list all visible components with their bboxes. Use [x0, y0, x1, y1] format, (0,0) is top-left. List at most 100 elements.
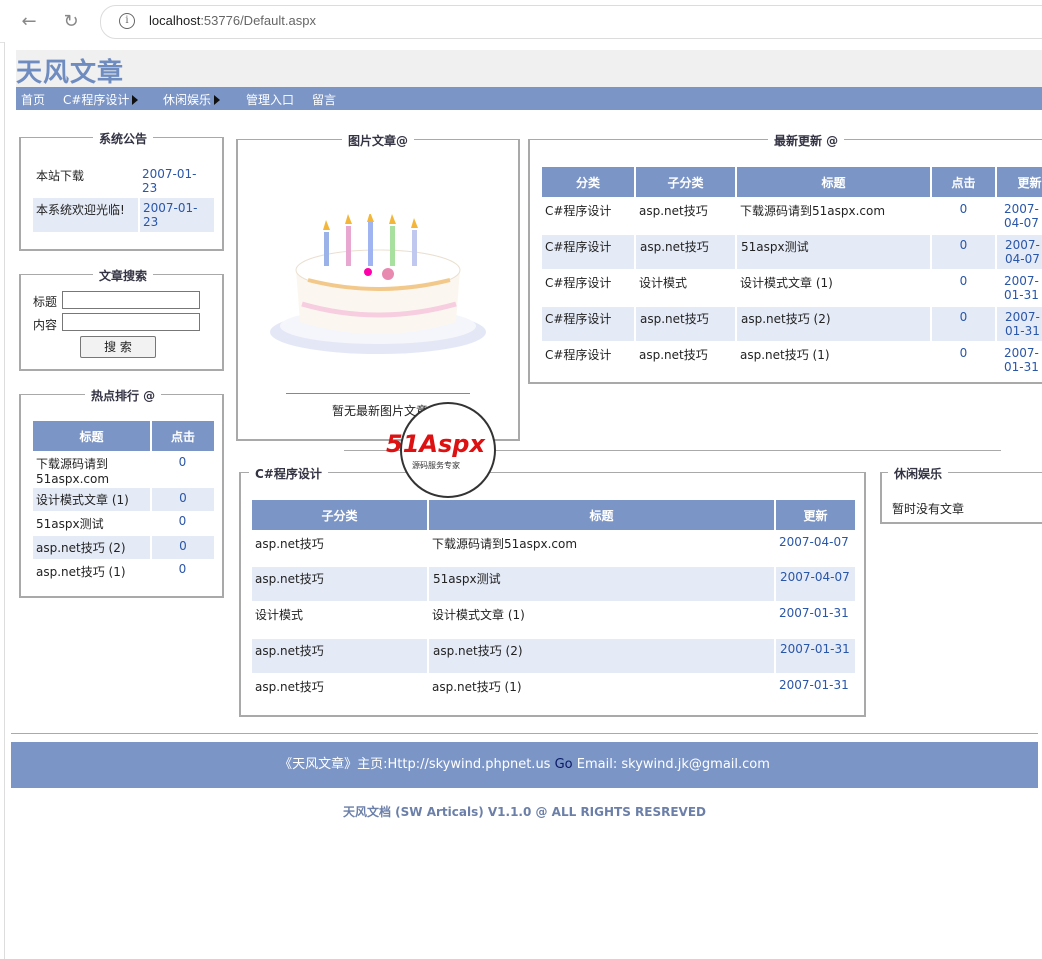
- footer-go-link[interactable]: Go: [555, 757, 573, 772]
- subcategory-link[interactable]: asp.net技巧: [635, 235, 737, 269]
- subcategory-link[interactable]: 设计模式: [635, 269, 736, 307]
- hot-article-link[interactable]: asp.net技巧 (1): [33, 559, 151, 584]
- site-title: 天风文章: [16, 58, 125, 88]
- footer-homepage[interactable]: 《天风文章》主页:Http://skywind.phpnet.us: [279, 757, 550, 772]
- column-header-subcategory: 子分类: [252, 500, 429, 530]
- search-panel: 文章搜索 标题 内容 搜 索: [19, 267, 224, 371]
- article-clicks: 0: [959, 274, 968, 288]
- csharp-category-panel: C#程序设计 子分类 标题 更新 asp.net技巧 下载源码请到51aspx.…: [239, 465, 866, 717]
- category-link[interactable]: C#程序设计: [542, 269, 635, 307]
- column-header-title: 标题: [33, 421, 152, 451]
- article-clicks: 0: [959, 202, 968, 216]
- hot-article-link[interactable]: 设计模式文章 (1): [33, 488, 152, 511]
- article-clicks: 0: [959, 346, 968, 360]
- birthday-cake-icon: [270, 214, 486, 354]
- menu-item-admin[interactable]: 管理入口: [246, 91, 294, 108]
- article-date: 2007-01-31: [779, 606, 849, 620]
- category-link[interactable]: C#程序设计: [542, 197, 635, 235]
- announcement-link[interactable]: 本系统欢迎光临!: [33, 198, 140, 232]
- subcategory-link[interactable]: asp.net技巧: [252, 673, 428, 709]
- announcement-row: 本站下载 2007-01-23: [33, 164, 214, 198]
- subcategory-link[interactable]: 设计模式: [252, 601, 428, 639]
- subcategory-link[interactable]: asp.net技巧: [635, 307, 737, 341]
- article-link[interactable]: 设计模式文章 (1): [736, 269, 931, 307]
- footer-email[interactable]: Email: skywind.jk@gmail.com: [577, 757, 770, 772]
- image-articles-title: 图片文章@: [342, 132, 415, 149]
- column-header-clicks: 点击: [151, 421, 214, 451]
- csharp-category-title[interactable]: C#程序设计: [249, 465, 328, 482]
- category-link[interactable]: C#程序设计: [542, 235, 636, 269]
- table-row: 设计模式文章 (1) 0: [33, 488, 214, 511]
- back-arrow-icon[interactable]: ←: [16, 8, 42, 34]
- subcategory-link[interactable]: asp.net技巧: [252, 530, 428, 567]
- search-content-input[interactable]: [62, 313, 200, 331]
- table-row: asp.net技巧 (1) 0: [33, 559, 214, 584]
- article-clicks: 0: [931, 307, 997, 341]
- search-button[interactable]: 搜 索: [80, 336, 156, 358]
- article-link[interactable]: 51aspx测试: [428, 567, 776, 601]
- category-link[interactable]: C#程序设计: [542, 307, 636, 341]
- hot-ranking-table: 标题 点击 下载源码请到51aspx.com 0 设计模式文章 (1) 0 51…: [33, 421, 214, 584]
- category-link[interactable]: C#程序设计: [542, 341, 635, 379]
- subcategory-link[interactable]: asp.net技巧: [252, 567, 429, 601]
- table-row: asp.net技巧 asp.net技巧 (1) 2007-01-31: [252, 673, 855, 709]
- menu-item-leisure-label: 休闲娱乐: [163, 93, 212, 107]
- hot-article-link[interactable]: 下载源码请到51aspx.com: [33, 451, 151, 488]
- column-header-title: 标题: [736, 167, 932, 197]
- table-row: asp.net技巧 asp.net技巧 (2) 2007-01-31: [252, 639, 855, 673]
- table-row: C#程序设计 asp.net技巧 下载源码请到51aspx.com 0 2007…: [542, 197, 1042, 235]
- menu-item-leisure[interactable]: 休闲娱乐: [163, 91, 221, 108]
- hot-article-link[interactable]: asp.net技巧 (2): [33, 536, 152, 559]
- hot-article-clicks: 0: [178, 562, 187, 576]
- announcement-link[interactable]: 本站下载: [33, 164, 139, 198]
- announcement-date: 2007-01-23: [142, 167, 197, 195]
- site-info-icon[interactable]: i: [119, 13, 135, 29]
- hot-article-clicks: 0: [178, 455, 187, 469]
- article-link[interactable]: 下载源码请到51aspx.com: [428, 530, 775, 567]
- menu-item-guestbook[interactable]: 留言: [312, 91, 336, 108]
- search-panel-title: 文章搜索: [93, 267, 154, 284]
- table-row: C#程序设计 asp.net技巧 asp.net技巧 (2) 0 2007-01…: [542, 307, 1042, 341]
- watermark-logo-text: 51Aspx: [386, 430, 485, 458]
- image-articles-panel: 图片文章@ 暂无最新图片文章: [236, 132, 520, 441]
- article-link[interactable]: 51aspx测试: [736, 235, 932, 269]
- hot-article-clicks: 0: [179, 539, 187, 553]
- search-title-input[interactable]: [62, 291, 200, 309]
- menu-item-csharp-label: C#程序设计: [63, 93, 130, 107]
- main-menu: 首页 C#程序设计 休闲娱乐 管理入口 留言: [16, 87, 1042, 110]
- menu-item-home[interactable]: 首页: [21, 91, 45, 108]
- subcategory-link[interactable]: asp.net技巧: [635, 341, 736, 379]
- column-header-updated: 更新: [775, 500, 855, 530]
- article-date: 2007-01-31: [1005, 310, 1040, 338]
- table-row: C#程序设计 asp.net技巧 51aspx测试 0 2007-04-07: [542, 235, 1042, 269]
- watermark-sub-text: 源码服务专家: [412, 461, 460, 470]
- copyright-text: 天风文档 (SW Articals) V1.1.0 @ ALL RIGHTS R…: [342, 805, 707, 819]
- column-header-subcategory: 子分类: [635, 167, 737, 197]
- 51aspx-watermark-logo: 51Aspx 源码服务专家: [386, 402, 496, 498]
- submenu-arrow-icon: [132, 95, 139, 105]
- article-link[interactable]: 设计模式文章 (1): [428, 601, 775, 639]
- subcategory-link[interactable]: asp.net技巧: [252, 639, 429, 673]
- search-title-label: 标题: [33, 295, 58, 309]
- article-date: 2007-04-07: [1004, 202, 1039, 230]
- reload-icon[interactable]: ↻: [58, 8, 84, 34]
- subcategory-link[interactable]: asp.net技巧: [635, 197, 736, 235]
- address-bar[interactable]: i localhost:53776/Default.aspx: [100, 5, 1042, 39]
- article-link[interactable]: asp.net技巧 (2): [736, 307, 932, 341]
- article-date: 2007-01-31: [1004, 274, 1039, 302]
- divider: [286, 393, 470, 394]
- hot-ranking-panel: 热点排行 @ 标题 点击 下载源码请到51aspx.com 0 设计模式文章 (…: [19, 387, 224, 598]
- column-header-updated: 更新: [996, 167, 1042, 197]
- article-link[interactable]: 下载源码请到51aspx.com: [736, 197, 931, 235]
- article-link[interactable]: asp.net技巧 (2): [428, 639, 776, 673]
- menu-item-csharp[interactable]: C#程序设计: [63, 91, 139, 108]
- table-row: C#程序设计 设计模式 设计模式文章 (1) 0 2007-01-31: [542, 269, 1042, 307]
- latest-updates-title: 最新更新 @: [768, 132, 845, 149]
- table-row: asp.net技巧 下载源码请到51aspx.com 2007-04-07: [252, 530, 855, 567]
- leisure-category-title[interactable]: 休闲娱乐: [888, 465, 949, 482]
- hot-article-link[interactable]: 51aspx测试: [33, 511, 151, 536]
- article-link[interactable]: asp.net技巧 (1): [736, 341, 931, 379]
- article-link[interactable]: asp.net技巧 (1): [428, 673, 775, 709]
- table-row: 设计模式 设计模式文章 (1) 2007-01-31: [252, 601, 855, 639]
- table-row: C#程序设计 asp.net技巧 asp.net技巧 (1) 0 2007-01…: [542, 341, 1042, 379]
